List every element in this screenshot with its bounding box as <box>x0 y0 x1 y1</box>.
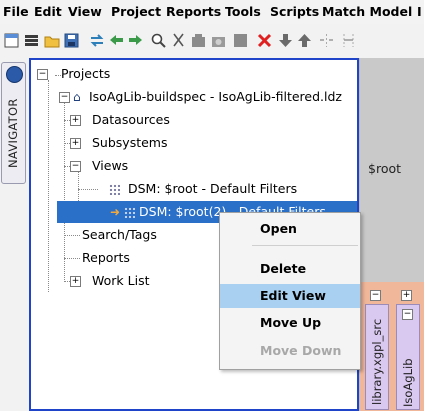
menu-reports[interactable]: Reports <box>166 4 221 19</box>
menu-file[interactable]: File <box>3 4 29 19</box>
matrix-column-library[interactable]: library.xgpl_src <box>365 304 389 410</box>
copy-icon[interactable] <box>190 32 207 49</box>
isoaglib-label: IsoAgLib <box>401 358 415 408</box>
tree-line <box>64 235 80 236</box>
menu-scripts[interactable]: Scripts <box>270 4 319 19</box>
matrix-column-isoaglib[interactable]: − IsoAgLib <box>396 304 420 410</box>
tree-item-reports[interactable]: Reports <box>82 247 130 269</box>
new-icon[interactable] <box>3 32 20 49</box>
context-menu-move-down[interactable]: Move Down <box>220 339 360 363</box>
list-icon[interactable] <box>23 32 40 49</box>
context-menu-edit-view[interactable]: Edit View <box>220 284 360 308</box>
save-icon[interactable] <box>63 32 80 49</box>
menu-edit[interactable]: Edit <box>34 4 62 19</box>
delete-icon[interactable] <box>256 32 273 49</box>
expand-subsystems-toggle[interactable]: + <box>70 138 81 149</box>
collapse-library-toggle[interactable]: − <box>370 290 381 301</box>
paste-icon[interactable] <box>210 32 227 49</box>
open-folder-icon[interactable] <box>43 32 60 49</box>
sync-icon[interactable] <box>88 32 105 49</box>
matrix-pane: $root − + library.xgpl_src − IsoAgLib <box>359 58 424 411</box>
expand-datasources-toggle[interactable]: + <box>70 115 81 126</box>
context-menu-open[interactable]: Open <box>220 217 360 241</box>
tree-line <box>64 258 80 259</box>
tree-item-views[interactable]: Views <box>92 155 128 177</box>
context-menu-move-up[interactable]: Move Up <box>220 311 360 335</box>
menu-bar: File Edit View Project Reports Tools Scr… <box>0 0 424 24</box>
toolbar <box>0 24 424 59</box>
tree-item-project[interactable]: ⌂ IsoAgLib-buildspec - IsoAgLib-filtered… <box>73 86 342 108</box>
menu-match-model[interactable]: Match Model <box>322 4 412 19</box>
tree-item-view-dsm-root[interactable]: DSM: $root - Default Filters <box>109 178 297 200</box>
menu-tools[interactable]: Tools <box>225 4 261 19</box>
redo-icon[interactable] <box>127 32 144 49</box>
context-menu: Open Delete View(s) Edit View Move Up Mo… <box>219 212 361 370</box>
tree-item-subsystems[interactable]: Subsystems <box>92 132 168 154</box>
tree-item-projects[interactable]: Projects <box>61 63 110 85</box>
navigator-tab-label: NAVIGATOR <box>6 98 20 168</box>
collapse-isoaglib-toggle[interactable]: − <box>402 309 413 320</box>
split-icon[interactable] <box>318 32 335 49</box>
context-menu-delete-view[interactable]: Delete View(s) <box>220 257 360 300</box>
move-up-icon[interactable] <box>296 32 313 49</box>
collapse-project-toggle[interactable]: − <box>59 92 70 103</box>
collapse-views-toggle[interactable]: − <box>70 161 81 172</box>
tree-line <box>78 189 98 190</box>
matrix-icon[interactable] <box>232 32 249 49</box>
cut-icon[interactable] <box>170 32 187 49</box>
library-label: library.xgpl_src <box>370 318 384 405</box>
view-label: DSM: $root - Default Filters <box>127 181 298 196</box>
arrow-right-icon: ➜ <box>110 205 121 219</box>
collapse-projects-toggle[interactable]: − <box>37 69 48 80</box>
navigator-tab[interactable]: NAVIGATOR <box>1 62 26 184</box>
move-down-icon[interactable] <box>277 32 294 49</box>
tree-line <box>48 80 49 292</box>
menu-overflow[interactable]: I <box>417 4 422 19</box>
dsm-icon <box>124 207 136 218</box>
tree-item-datasources[interactable]: Datasources <box>92 109 170 131</box>
merge-icon[interactable] <box>340 32 357 49</box>
menu-view[interactable]: View <box>68 4 102 19</box>
tree-item-work-list[interactable]: Work List <box>92 270 149 292</box>
expand-isoaglib-toggle[interactable]: + <box>401 290 412 301</box>
tree-line <box>64 100 65 282</box>
tree-item-search-tags[interactable]: Search/Tags <box>82 224 157 246</box>
search-icon[interactable] <box>150 32 167 49</box>
matrix-header-strip: − + library.xgpl_src − IsoAgLib <box>360 282 424 411</box>
navigator-icon <box>6 66 23 83</box>
menu-separator <box>252 245 358 246</box>
root-label: $root <box>368 161 402 176</box>
project-label: IsoAgLib-buildspec - IsoAgLib-filtered.l… <box>88 89 342 104</box>
dsm-icon <box>109 184 120 195</box>
undo-icon[interactable] <box>108 32 125 49</box>
menu-project[interactable]: Project <box>111 4 161 19</box>
house-icon: ⌂ <box>73 90 81 104</box>
expand-work-list-toggle[interactable]: + <box>70 276 81 287</box>
